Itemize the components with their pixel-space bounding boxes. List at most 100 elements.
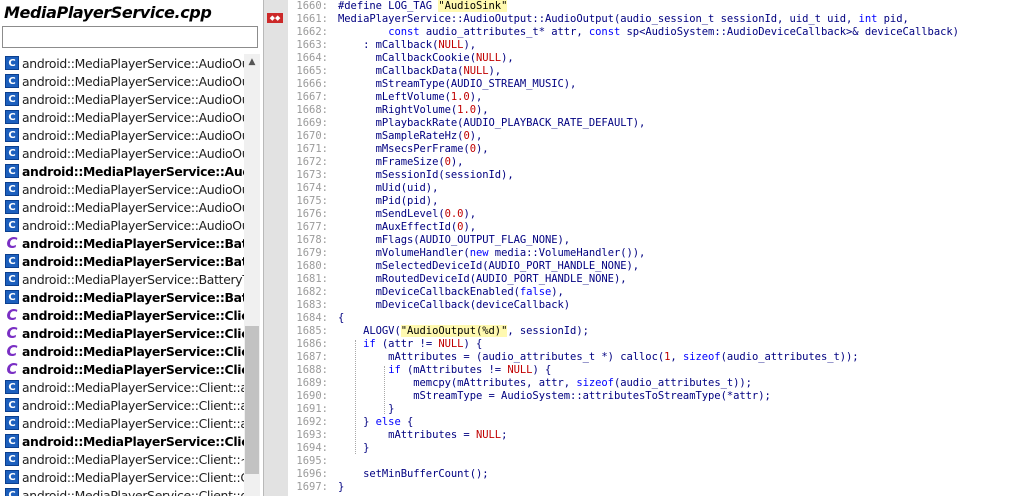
symbol-list-item[interactable]: Candroid::MediaPlayerService::BatteryTra… — [2, 270, 244, 288]
code-line[interactable]: mFlags(AUDIO_OUTPUT_FLAG_NONE), — [338, 234, 1033, 247]
symbol-list-item[interactable]: Candroid::MediaPlayerService::AudioOutpu… — [2, 108, 244, 126]
symbol-list-item[interactable]: Candroid::MediaPlayerService::AudioOutpu… — [2, 162, 244, 180]
code-editor[interactable]: #define LOG_TAG "AudioSink" MediaPlayerSe… — [338, 0, 1033, 496]
fold-marker-icon[interactable]: ◆◆ — [267, 13, 283, 23]
symbol-list-item[interactable]: Candroid::MediaPlayerService::Client::ap… — [2, 396, 244, 414]
code-line[interactable]: mStreamType = AudioSystem::attributesToS… — [338, 390, 1033, 403]
code-line[interactable]: if (attr != NULL) { — [338, 338, 1033, 351]
line-number: 1687: — [296, 351, 328, 363]
code-line[interactable]: mSampleRateHz(0), — [338, 130, 1033, 143]
code-line[interactable]: mFrameSize(0), — [338, 156, 1033, 169]
symbol-list-item[interactable]: Candroid::MediaPlayerService::AudioOutpu… — [2, 54, 244, 72]
symbol-search-input[interactable] — [2, 26, 258, 48]
method-icon: C — [5, 182, 19, 196]
code-line[interactable]: mDeviceCallbackEnabled(false), — [338, 286, 1033, 299]
symbol-list-item[interactable]: Candroid::MediaPlayerService::AudioOutpu… — [2, 216, 244, 234]
file-title: MediaPlayerService.cpp — [4, 3, 212, 22]
code-line[interactable]: mSelectedDeviceId(AUDIO_PORT_HANDLE_NONE… — [338, 260, 1033, 273]
method-icon: C — [5, 416, 19, 430]
line-number: 1671: — [296, 143, 328, 155]
scroll-up-arrow-icon[interactable]: ▲ — [244, 54, 260, 70]
code-line[interactable]: mAuxEffectId(0), — [338, 221, 1033, 234]
symbol-label: android::MediaPlayerService::AudioOutput… — [22, 55, 244, 71]
code-line[interactable]: mRoutedDeviceId(AUDIO_PORT_HANDLE_NONE), — [338, 273, 1033, 286]
code-line[interactable]: mPid(pid), — [338, 195, 1033, 208]
symbol-label: android::MediaPlayerService::Client::dis… — [22, 487, 244, 496]
code-line[interactable]: mSessionId(sessionId), — [338, 169, 1033, 182]
symbol-list-item[interactable]: Candroid::MediaPlayerService::AudioOutpu… — [2, 90, 244, 108]
symbol-list-item[interactable]: Candroid::MediaPlayerService::BatteryTra… — [2, 288, 244, 306]
code-line[interactable]: if (mAttributes != NULL) { — [338, 364, 1033, 377]
method-icon: C — [5, 272, 19, 286]
code-line[interactable]: setMinBufferCount(); — [338, 468, 1033, 481]
symbol-list-item[interactable]: Candroid::MediaPlayerService::AudioOutpu… — [2, 126, 244, 144]
code-line[interactable]: { — [338, 312, 1033, 325]
code-line[interactable]: MediaPlayerService::AudioOutput::AudioOu… — [338, 13, 1033, 26]
code-line[interactable]: : mCallback(NULL), — [338, 39, 1033, 52]
symbol-list-item[interactable]: Candroid::MediaPlayerService::Client::di… — [2, 486, 244, 496]
line-number: 1667: — [296, 91, 328, 103]
code-line[interactable]: mAttributes = (audio_attributes_t *) cal… — [338, 351, 1033, 364]
code-line[interactable]: mAttributes = NULL; — [338, 429, 1033, 442]
symbol-list-item[interactable]: Candroid::MediaPlayerService::BatteryTra… — [2, 252, 244, 270]
symbol-label: android::MediaPlayerService::Client — [22, 361, 244, 377]
line-number: 1670: — [296, 130, 328, 142]
method-icon: C — [5, 434, 19, 448]
code-line[interactable]: mMsecsPerFrame(0), — [338, 143, 1033, 156]
code-line[interactable]: mSendLevel(0.0), — [338, 208, 1033, 221]
code-line[interactable]: } — [338, 481, 1033, 494]
symbol-list-item[interactable]: Candroid::MediaPlayerService::AudioOutpu… — [2, 144, 244, 162]
line-number: 1685: — [296, 325, 328, 337]
symbol-list-item[interactable]: Candroid::MediaPlayerService::Client — [2, 306, 244, 324]
code-line[interactable]: memcpy(mAttributes, attr, sizeof(audio_a… — [338, 377, 1033, 390]
symbol-label: android::MediaPlayerService::Client — [22, 343, 244, 359]
line-number: 1694: — [296, 442, 328, 454]
code-line[interactable]: mVolumeHandler(new media::VolumeHandler(… — [338, 247, 1033, 260]
symbol-label: android::MediaPlayerService::BatteryTrac… — [22, 271, 244, 287]
code-line[interactable]: mCallbackCookie(NULL), — [338, 52, 1033, 65]
line-number: 1665: — [296, 65, 328, 77]
symbol-label: android::MediaPlayerService::BatteryTrac… — [22, 235, 244, 251]
symbol-list-item[interactable]: Candroid::MediaPlayerService::Client — [2, 324, 244, 342]
line-number: 1674: — [296, 182, 328, 194]
code-line[interactable]: } — [338, 442, 1033, 455]
symbol-list-item[interactable]: Candroid::MediaPlayerService::Client::at… — [2, 414, 244, 432]
code-line[interactable]: mLeftVolume(1.0), — [338, 91, 1033, 104]
symbol-label: android::MediaPlayerService::AudioOutput… — [22, 91, 244, 107]
line-number: 1678: — [296, 234, 328, 246]
line-number: 1668: — [296, 104, 328, 116]
code-line[interactable]: ALOGV("AudioOutput(%d)", sessionId); — [338, 325, 1033, 338]
code-line[interactable]: mUid(uid), — [338, 182, 1033, 195]
symbol-list-scrollbar[interactable]: ▲ — [244, 54, 260, 496]
line-number: 1689: — [296, 377, 328, 389]
symbol-list-item[interactable]: Candroid::MediaPlayerService::AudioOutpu… — [2, 72, 244, 90]
symbol-list-item[interactable]: Candroid::MediaPlayerService::BatteryTra… — [2, 234, 244, 252]
line-number: 1696: — [296, 468, 328, 480]
code-line[interactable]: } else { — [338, 416, 1033, 429]
scrollbar-thumb[interactable] — [245, 326, 259, 474]
code-line[interactable]: const audio_attributes_t* attr, const sp… — [338, 26, 1033, 39]
code-line[interactable]: mCallbackData(NULL), — [338, 65, 1033, 78]
symbol-list-item[interactable]: Candroid::MediaPlayerService::Client — [2, 342, 244, 360]
symbol-list-item[interactable]: Candroid::MediaPlayerService::AudioOutpu… — [2, 180, 244, 198]
symbol-label: android::MediaPlayerService::Client::app… — [22, 397, 244, 413]
line-number: 1691: — [296, 403, 328, 415]
method-icon: C — [5, 128, 19, 142]
code-line[interactable]: mPlaybackRate(AUDIO_PLAYBACK_RATE_DEFAUL… — [338, 117, 1033, 130]
code-line[interactable]: mDeviceCallback(deviceCallback) — [338, 299, 1033, 312]
code-line[interactable]: } — [338, 403, 1033, 416]
line-numbers: 1660: 1661: 1662: 1663: 1664: 1665: 1666: 1667:… — [288, 0, 332, 496]
line-number: 1679: — [296, 247, 328, 259]
code-line[interactable]: mRightVolume(1.0), — [338, 104, 1033, 117]
symbol-list-item[interactable]: Candroid::MediaPlayerService::Client::ad… — [2, 378, 244, 396]
symbol-list-item[interactable]: Candroid::MediaPlayerService::Client::~C… — [2, 450, 244, 468]
code-line[interactable] — [338, 455, 1033, 468]
symbol-list-item[interactable]: Candroid::MediaPlayerService::Client::Au… — [2, 432, 244, 450]
symbol-list-item[interactable]: Candroid::MediaPlayerService::Client — [2, 360, 244, 378]
symbol-list-item[interactable]: Candroid::MediaPlayerService::Client::Cl… — [2, 468, 244, 486]
code-line[interactable]: mStreamType(AUDIO_STREAM_MUSIC), — [338, 78, 1033, 91]
code-line[interactable]: #define LOG_TAG "AudioSink" — [338, 0, 1033, 13]
symbol-label: android::MediaPlayerService::BatteryTrac… — [22, 253, 244, 269]
line-number: 1681: — [296, 273, 328, 285]
symbol-list-item[interactable]: Candroid::MediaPlayerService::AudioOutpu… — [2, 198, 244, 216]
